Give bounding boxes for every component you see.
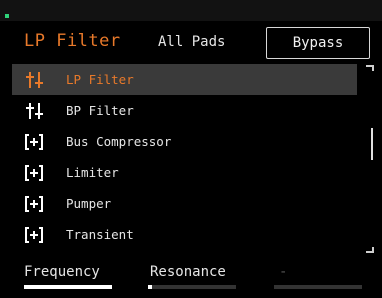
top-strip [0,0,382,21]
scope-label[interactable]: All Pads [158,34,225,50]
list-item-bus-compressor[interactable]: Bus Compressor [12,126,357,157]
page-title: LP Filter [24,31,121,51]
param-empty-bar [274,285,362,289]
dynamics-icon [23,226,45,244]
list-item-label: LP Filter [66,72,134,87]
param-resonance-label[interactable]: Resonance [150,264,226,280]
bypass-button[interactable]: Bypass [266,27,370,59]
list-item-label: Transient [66,227,134,242]
effect-panel: LP Filter All Pads Bypass LP Filter BP F… [0,0,382,298]
scroll-bottom-marker [366,247,374,253]
scroll-top-marker [366,65,374,71]
dynamics-icon [23,195,45,213]
param-frequency-fill [24,285,112,289]
list-item-lp-filter[interactable]: LP Filter [12,64,357,95]
list-item-pumper[interactable]: Pumper [12,188,357,219]
list-item-label: Limiter [66,165,119,180]
param-empty-label: - [279,264,288,280]
filter-icon [23,71,45,89]
scrollbar-thumb[interactable] [371,128,373,160]
list-item-bp-filter[interactable]: BP Filter [12,95,357,126]
param-resonance-bar[interactable] [148,285,236,289]
list-item-label: Pumper [66,196,112,211]
status-indicator [5,14,9,18]
list-item-label: BP Filter [66,103,134,118]
effect-list: LP Filter BP Filter Bus Compressor Limit… [12,64,357,250]
param-frequency-label[interactable]: Frequency [24,264,100,280]
list-item-limiter[interactable]: Limiter [12,157,357,188]
list-item-transient[interactable]: Transient [12,219,357,250]
param-resonance-fill [148,285,153,289]
dynamics-icon [23,133,45,151]
filter-icon [23,102,45,120]
dynamics-icon [23,164,45,182]
param-frequency-bar[interactable] [24,285,112,289]
list-item-label: Bus Compressor [66,134,172,149]
